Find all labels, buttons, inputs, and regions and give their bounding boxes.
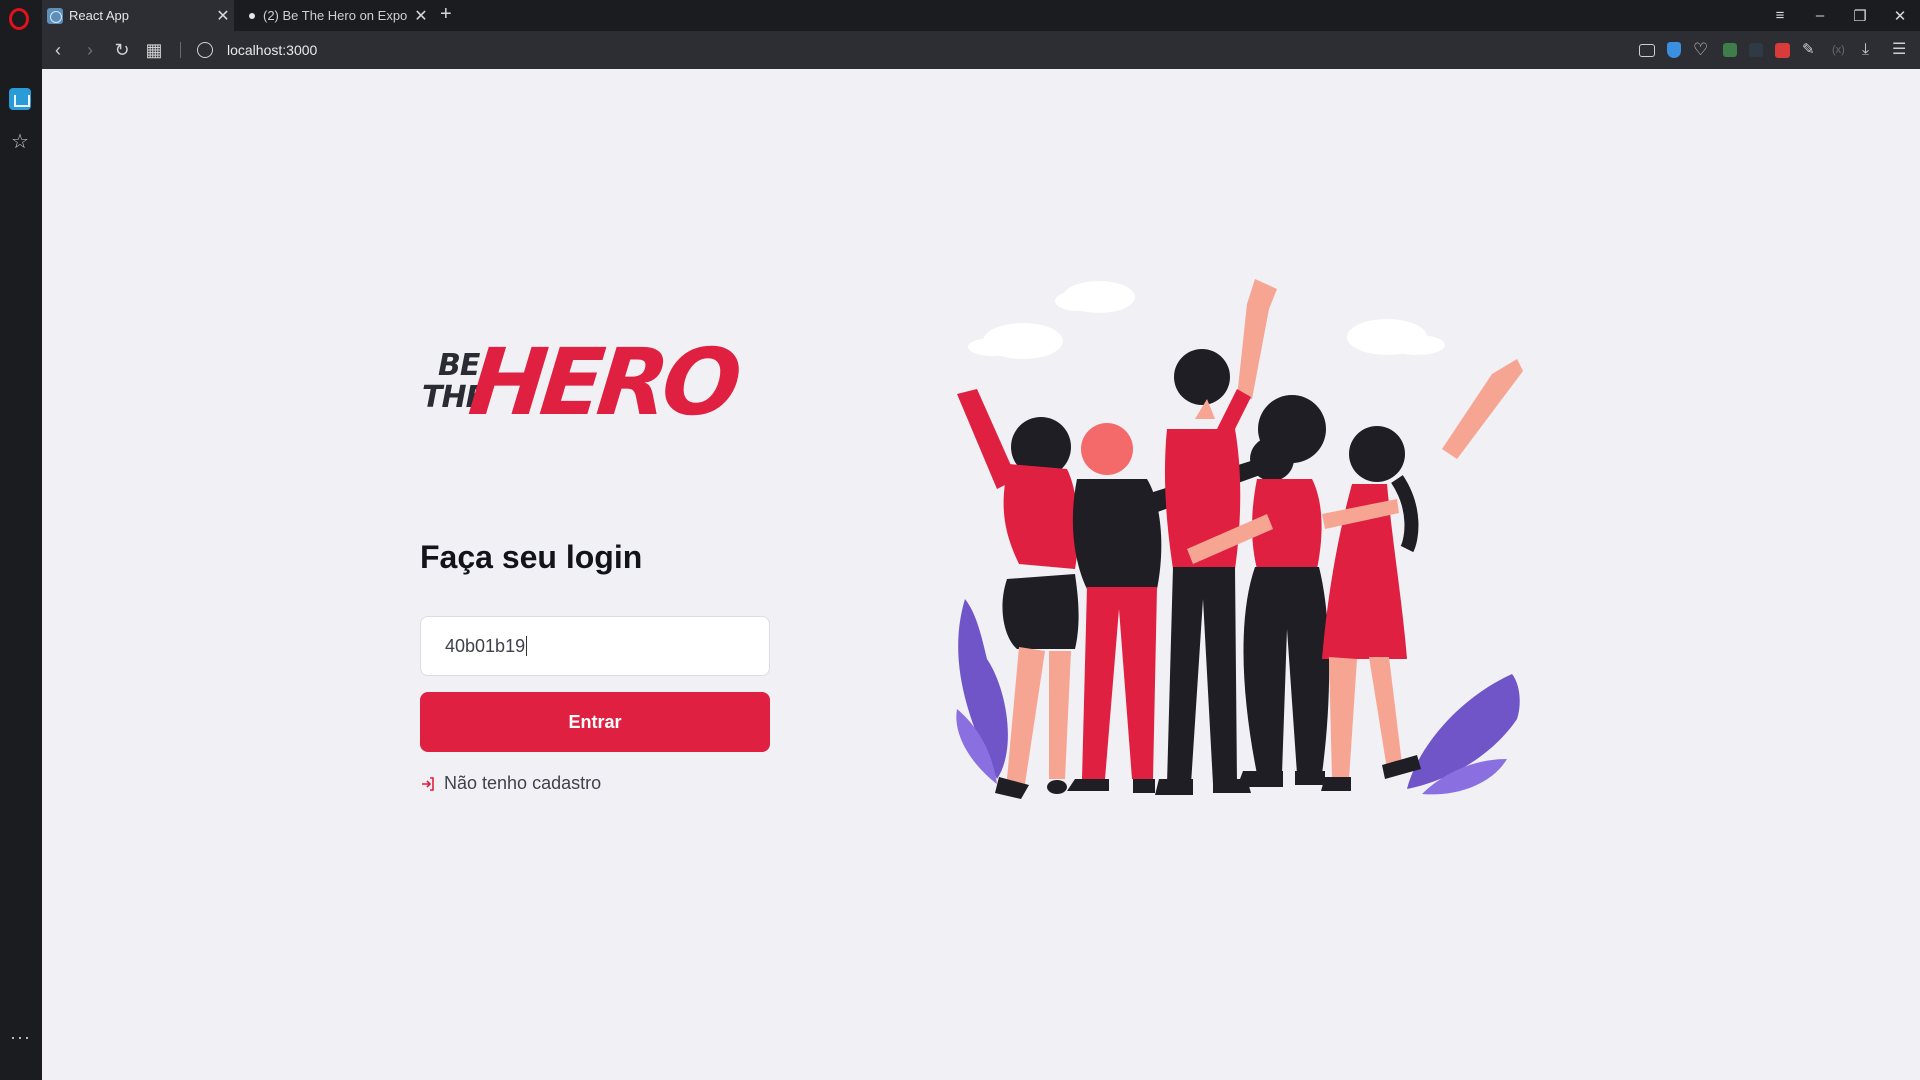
- snapshot-icon[interactable]: [1639, 43, 1655, 57]
- tab-close-icon[interactable]: ✕: [410, 6, 432, 26]
- ong-id-value: 40b01b19: [445, 635, 526, 656]
- forward-icon[interactable]: ›: [74, 40, 106, 61]
- extension-dark-icon[interactable]: [1749, 43, 1763, 57]
- site-info-icon[interactable]: [197, 42, 213, 58]
- heroes-illustration: [956, 279, 1523, 799]
- opera-logo-icon[interactable]: [9, 8, 29, 30]
- be-the-hero-logo: BE THE HERO: [420, 329, 741, 443]
- easy-setup-icon[interactable]: ☰: [1892, 41, 1910, 59]
- login-section: BE THE HERO Faça seu login 40b01b19 Entr…: [420, 329, 770, 793]
- url-field[interactable]: localhost:3000: [227, 42, 317, 58]
- extension-red-icon[interactable]: [1775, 42, 1790, 58]
- tab-react-app[interactable]: React App ✕: [42, 0, 234, 31]
- react-favicon-icon: [47, 7, 63, 24]
- extension-dim-icon[interactable]: (x): [1832, 41, 1850, 59]
- tab-close-icon[interactable]: ✕: [212, 6, 234, 26]
- browser-tab-strip: React App ✕ (2) Be The Hero on Expo De ✕…: [0, 0, 1920, 31]
- ong-id-input[interactable]: 40b01b19: [420, 616, 770, 676]
- download-icon[interactable]: ⤓: [1862, 41, 1880, 59]
- speed-dial-home-icon[interactable]: [9, 88, 31, 110]
- back-icon[interactable]: ‹: [42, 40, 74, 61]
- audio-indicator-icon: [249, 12, 255, 19]
- divider: [180, 42, 181, 58]
- login-button[interactable]: Entrar: [420, 692, 770, 752]
- clouds: [968, 281, 1445, 359]
- url-port: :3000: [282, 42, 318, 58]
- minimize-icon[interactable]: –: [1800, 7, 1840, 24]
- page-title: Faça seu login: [420, 539, 643, 575]
- restore-icon[interactable]: ❐: [1840, 7, 1880, 25]
- url-host: localhost: [227, 42, 283, 58]
- text-caret: [526, 636, 528, 656]
- extension-toolbar: ♡ ✎ (x) ⤓ ☰: [1639, 31, 1910, 69]
- color-picker-icon[interactable]: ✎: [1802, 41, 1820, 59]
- extension-cube-icon[interactable]: [1723, 43, 1737, 57]
- page-viewport: BE THE HERO Faça seu login 40b01b19 Entr…: [42, 69, 1920, 1080]
- reload-icon[interactable]: ↻: [106, 40, 138, 61]
- log-in-icon: [422, 776, 434, 791]
- tab-menu-icon[interactable]: ≡: [1760, 7, 1800, 24]
- vpn-shield-icon[interactable]: [1667, 42, 1681, 58]
- register-link-label: Não tenho cadastro: [444, 773, 602, 793]
- tab-grid-icon[interactable]: ▦: [138, 40, 170, 61]
- sidebar-more-icon[interactable]: ···: [10, 1027, 31, 1048]
- tab-title: (2) Be The Hero on Expo De: [263, 8, 410, 23]
- window-controls: ≡ – ❐ ✕: [1760, 0, 1920, 31]
- tab-title: React App: [69, 8, 129, 23]
- register-link[interactable]: Não tenho cadastro: [420, 773, 601, 794]
- logo-hero: HERO: [464, 329, 741, 436]
- browser-sidebar: ☆ ···: [0, 31, 42, 1080]
- heart-icon[interactable]: ♡: [1693, 41, 1711, 59]
- bookmarks-star-icon[interactable]: ☆: [9, 131, 31, 153]
- tab-be-the-hero-expo[interactable]: (2) Be The Hero on Expo De ✕: [240, 0, 432, 31]
- address-bar: ‹ › ↻ ▦ localhost:3000 ♡ ✎ (x) ⤓ ☰: [42, 31, 1920, 69]
- new-tab-button[interactable]: +: [440, 3, 452, 26]
- close-window-icon[interactable]: ✕: [1880, 7, 1920, 25]
